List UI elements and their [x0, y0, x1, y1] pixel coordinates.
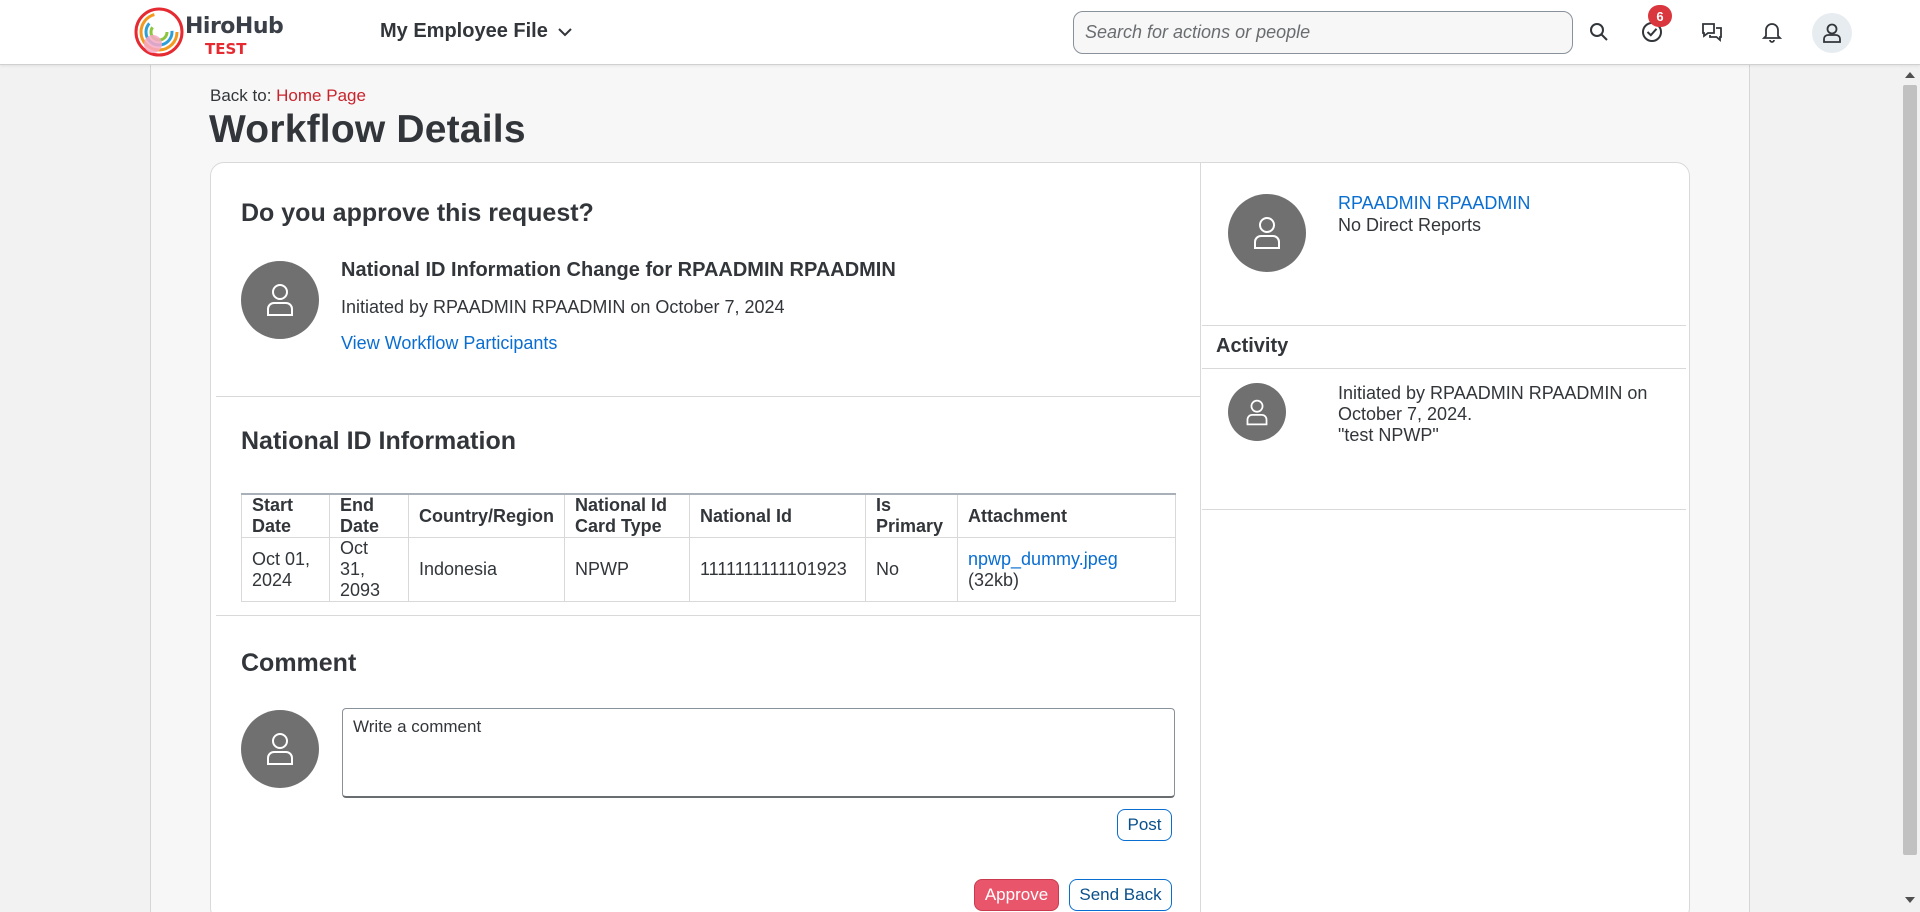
- post-button[interactable]: Post: [1117, 809, 1172, 841]
- approve-button[interactable]: Approve: [974, 879, 1059, 911]
- commenter-avatar: [241, 710, 319, 788]
- page-scrollbar[interactable]: [1900, 65, 1920, 912]
- cell-national-id: 1111111111101923: [689, 537, 866, 602]
- workflow-side-pane: RPAADMIN RPAADMIN No Direct Reports Acti…: [1202, 163, 1689, 912]
- home-page-link[interactable]: Home Page: [276, 86, 366, 105]
- logo-mark-icon: [134, 7, 184, 57]
- back-prefix: Back to:: [210, 86, 272, 105]
- feedback-button[interactable]: [1694, 14, 1730, 50]
- chevron-down-icon: [558, 27, 572, 36]
- hirohub-logo[interactable]: HiroHub TEST: [133, 6, 284, 60]
- app-title-label: My Employee File: [380, 20, 548, 42]
- request-initiated-text: Initiated by RPAADMIN RPAADMIN on Octobe…: [341, 297, 785, 317]
- requester-avatar: [241, 261, 319, 339]
- search-placeholder: Search for actions or people: [1085, 22, 1311, 42]
- view-workflow-participants-link[interactable]: View Workflow Participants: [341, 333, 557, 354]
- request-title: National ID Information Change for RPAAD…: [341, 259, 896, 281]
- section-divider: [1202, 368, 1686, 369]
- logo-text: HiroHub: [185, 14, 284, 39]
- comment-placeholder: Write a comment: [353, 717, 482, 736]
- search-icon: [1590, 23, 1608, 41]
- subject-user-link[interactable]: RPAADMIN RPAADMIN: [1338, 193, 1530, 214]
- activity-line: October 7, 2024.: [1338, 404, 1473, 424]
- user-icon: [1823, 23, 1841, 43]
- column-end-date: End Date: [329, 493, 409, 538]
- activity-avatar: [1228, 383, 1286, 441]
- notifications-button[interactable]: [1754, 14, 1790, 50]
- column-national-id: National Id: [689, 493, 866, 538]
- section-divider: [216, 615, 1201, 616]
- person-icon: [1254, 217, 1280, 249]
- search-button[interactable]: [1581, 14, 1617, 50]
- cell-start-date: Oct 01, 2024: [241, 537, 330, 602]
- attachment-size: (32kb): [968, 569, 1020, 590]
- feedback-icon: [1702, 23, 1722, 42]
- scroll-up-arrow-icon[interactable]: [1905, 72, 1915, 78]
- person-icon: [267, 733, 293, 765]
- breadcrumb: Back to: Home Page: [210, 86, 366, 106]
- attachment-link[interactable]: npwp_dummy.jpeg: [968, 549, 1118, 569]
- column-attachment: Attachment: [957, 493, 1176, 538]
- direct-reports-text: No Direct Reports: [1338, 215, 1482, 235]
- column-start-date: Start Date: [241, 493, 330, 538]
- comment-heading: Comment: [241, 649, 357, 677]
- activity-entry: Initiated by RPAADMIN RPAADMIN on Octobe…: [1338, 383, 1658, 446]
- workflow-card: Do you approve this request? National ID…: [210, 162, 1690, 912]
- comment-textarea[interactable]: Write a comment: [342, 708, 1175, 798]
- bell-icon: [1762, 23, 1782, 43]
- app-title-menu[interactable]: My Employee File: [380, 20, 572, 43]
- column-card-type: National Id Card Type: [564, 493, 690, 538]
- cell-attachment: npwp_dummy.jpeg (32kb): [957, 537, 1176, 602]
- person-icon: [1246, 399, 1268, 425]
- column-country-region: Country/Region: [408, 493, 565, 538]
- approve-request-heading: Do you approve this request?: [241, 199, 594, 227]
- section-divider: [1202, 509, 1686, 510]
- cell-country: Indonesia: [408, 537, 565, 602]
- search-input[interactable]: Search for actions or people: [1073, 11, 1573, 54]
- national-id-heading: National ID Information: [241, 427, 516, 455]
- page-title: Workflow Details: [209, 108, 526, 151]
- send-back-button[interactable]: Send Back: [1069, 879, 1172, 911]
- column-is-primary: Is Primary: [865, 493, 958, 538]
- activity-heading: Activity: [1216, 335, 1289, 357]
- cell-card-type: NPWP: [564, 537, 690, 602]
- profile-avatar-button[interactable]: [1812, 13, 1852, 53]
- workflow-main-pane: Do you approve this request? National ID…: [211, 163, 1201, 912]
- national-id-table: Start Date End Date Country/Region Nationa…: [241, 493, 1176, 602]
- subject-avatar: [1228, 194, 1306, 272]
- cell-is-primary: No: [865, 537, 958, 602]
- table-header-row: Start Date End Date Country/Region Nationa…: [241, 493, 1176, 538]
- cell-end-date: Oct 31, 2093: [329, 537, 409, 602]
- todo-count-badge: 6: [1648, 5, 1672, 27]
- scrollbar-thumb[interactable]: [1903, 85, 1917, 855]
- logo-environment: TEST: [205, 40, 247, 58]
- person-icon: [267, 284, 293, 316]
- section-divider: [216, 396, 1201, 397]
- table-row: Oct 01, 2024 Oct 31, 2093 Indonesia NPWP 1…: [241, 537, 1176, 602]
- activity-comment: "test NPWP": [1338, 425, 1439, 445]
- section-divider: [1202, 325, 1686, 326]
- activity-line: Initiated by RPAADMIN RPAADMIN on: [1338, 383, 1648, 403]
- scroll-down-arrow-icon[interactable]: [1905, 897, 1915, 903]
- shell-bar: HiroHub TEST My Employee File Search for…: [0, 0, 1920, 65]
